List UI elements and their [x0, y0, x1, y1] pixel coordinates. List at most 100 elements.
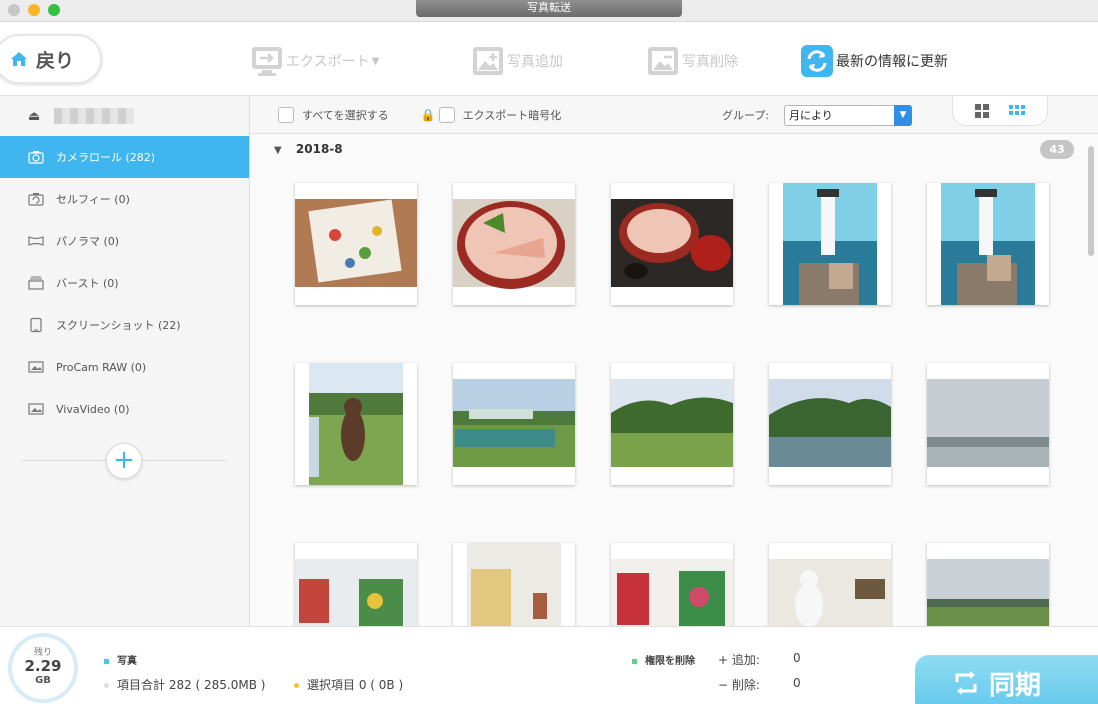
add-label: 追加:: [731, 653, 760, 667]
photo-thumbnail[interactable]: [611, 543, 733, 626]
camera-icon: [28, 151, 44, 164]
minus-icon: −: [718, 678, 732, 692]
permission-dot: [632, 658, 637, 664]
delete-photo-icon: [648, 47, 678, 75]
sidebar-item-screenshot[interactable]: スクリーンショット (22): [0, 304, 249, 346]
sidebar-item-label: パノラマ (0): [56, 235, 120, 248]
sidebar-item-label: スクリーンショット (22): [56, 319, 181, 332]
permission-label: 権限を削除: [645, 656, 695, 667]
photo-thumbnail[interactable]: [453, 183, 575, 305]
sync-icon: [955, 671, 977, 695]
selfie-camera-icon: [28, 193, 44, 206]
add-value: 0: [793, 651, 801, 665]
close-window-button[interactable]: [8, 4, 20, 16]
sidebar-item-label: VivaVideo (0): [56, 402, 130, 416]
photo-grid-area: ▼ 2018-8 43: [250, 134, 1098, 626]
refresh-button[interactable]: 最新の情報に更新: [800, 44, 948, 78]
sidebar-item-vivavideo[interactable]: VivaVideo (0): [0, 388, 249, 430]
sidebar-item-label: ProCam RAW (0): [56, 360, 147, 374]
burst-icon: [28, 276, 44, 290]
large-grid-icon[interactable]: [975, 103, 989, 118]
view-toggle: [952, 96, 1048, 126]
group-count-badge: 43: [1040, 140, 1074, 159]
eject-icon[interactable]: ⏏: [28, 109, 50, 124]
selected-label: 選択項目 0 ( 0B ): [307, 678, 404, 692]
back-label: 戻り: [36, 49, 75, 72]
total-dot: [104, 683, 109, 688]
total-items: 項目合計 282 ( 285.0MB ): [104, 676, 265, 693]
select-all-checkbox[interactable]: [278, 106, 294, 123]
scrollbar-thumb[interactable]: [1088, 146, 1094, 256]
group-header[interactable]: ▼ 2018-8: [274, 142, 343, 156]
sidebar-item-camera-roll[interactable]: カメラロール (282): [0, 136, 249, 178]
sidebar-item-burst[interactable]: バースト (0): [0, 262, 249, 304]
maximize-window-button[interactable]: [48, 4, 60, 16]
device-name-blurred: [54, 108, 134, 124]
refresh-icon: [801, 45, 833, 77]
storage-gauge: 残り 2.29 GB: [8, 633, 78, 703]
export-icon: [252, 47, 282, 76]
group-label: グループ:: [722, 108, 770, 122]
photo-thumbnail[interactable]: [295, 183, 417, 305]
minimize-window-button[interactable]: [28, 4, 40, 16]
toolbar: 戻り エクスポート ▼ 写真追加 写真削除 最新の情報に更新: [0, 22, 1098, 96]
photo-thumbnail[interactable]: [453, 363, 575, 485]
export-label: エクスポート: [286, 54, 370, 70]
delete-photo-label: 写真削除: [682, 54, 738, 70]
remaining-value: 2.29: [24, 657, 62, 675]
delete-label: 削除:: [731, 678, 760, 692]
selected-dot: [294, 683, 299, 688]
photo-thumbnail[interactable]: [927, 543, 1049, 626]
remaining-unit: GB: [35, 675, 51, 686]
photo-thumbnail[interactable]: [927, 363, 1049, 485]
group-title: 2018-8: [295, 142, 343, 156]
back-button[interactable]: 戻り: [0, 34, 102, 84]
sync-label: 同期: [989, 670, 1042, 701]
photo-thumbnail[interactable]: [611, 183, 733, 305]
refresh-label: 最新の情報に更新: [836, 54, 948, 70]
plus-icon: +: [718, 653, 732, 667]
photo-thumbnail[interactable]: [769, 543, 891, 626]
add-photo-label: 写真追加: [507, 54, 563, 70]
sidebar-item-selfie[interactable]: セルフィー (0): [0, 178, 249, 220]
photo-thumbnail[interactable]: [611, 363, 733, 485]
sync-button[interactable]: 同期: [915, 655, 1098, 704]
title-bar: 写真転送: [0, 0, 1098, 22]
window-title: 写真転送: [416, 0, 682, 17]
panorama-icon: [28, 236, 44, 246]
phone-icon: [30, 317, 42, 333]
category-legend: 写真: [104, 652, 137, 667]
delete-count: − 削除:: [718, 676, 760, 693]
encrypt-export-checkbox[interactable]: [438, 106, 455, 123]
category-dot: [104, 658, 109, 664]
group-select-value: 月により: [789, 109, 833, 122]
sidebar-item-label: カメラロール (282): [56, 151, 156, 164]
small-grid-icon[interactable]: [1009, 104, 1025, 117]
chevron-down-icon: ▼: [894, 105, 912, 126]
photo-thumbnail[interactable]: [453, 543, 575, 626]
add-photo-button[interactable]: 写真追加: [471, 44, 563, 78]
export-button[interactable]: エクスポート ▼: [250, 44, 379, 78]
delete-photo-button[interactable]: 写真削除: [646, 44, 738, 78]
footer-bar: 残り 2.29 GB 写真 項目合計 282 ( 285.0MB ) 選択項目 …: [0, 626, 1098, 704]
home-icon: [11, 52, 27, 66]
device-row[interactable]: ⏏: [0, 96, 249, 136]
photo-thumbnail[interactable]: [769, 363, 891, 485]
photo-thumbnail[interactable]: [295, 363, 417, 485]
selected-items: 選択項目 0 ( 0B ): [294, 676, 403, 693]
permission-legend: 権限を削除: [632, 652, 695, 667]
sidebar-item-procam-raw[interactable]: ProCam RAW (0): [0, 346, 249, 388]
sidebar-item-panorama[interactable]: パノラマ (0): [0, 220, 249, 262]
photo-thumbnail[interactable]: [295, 543, 417, 626]
sidebar-item-label: セルフィー (0): [56, 193, 130, 206]
plus-icon: +: [113, 445, 135, 475]
group-select[interactable]: 月により ▼: [784, 105, 912, 126]
add-album-button[interactable]: +: [106, 443, 142, 479]
photo-icon: [28, 403, 44, 415]
filter-bar: すべてを選択する 🔒 エクスポート暗号化 グループ: 月により ▼: [250, 96, 1098, 134]
total-label: 項目合計 282 ( 285.0MB ): [117, 678, 266, 692]
collapse-triangle-icon[interactable]: ▼: [274, 145, 282, 156]
category-label: 写真: [117, 656, 137, 667]
photo-thumbnail[interactable]: [769, 183, 891, 305]
photo-thumbnail[interactable]: [927, 183, 1049, 305]
